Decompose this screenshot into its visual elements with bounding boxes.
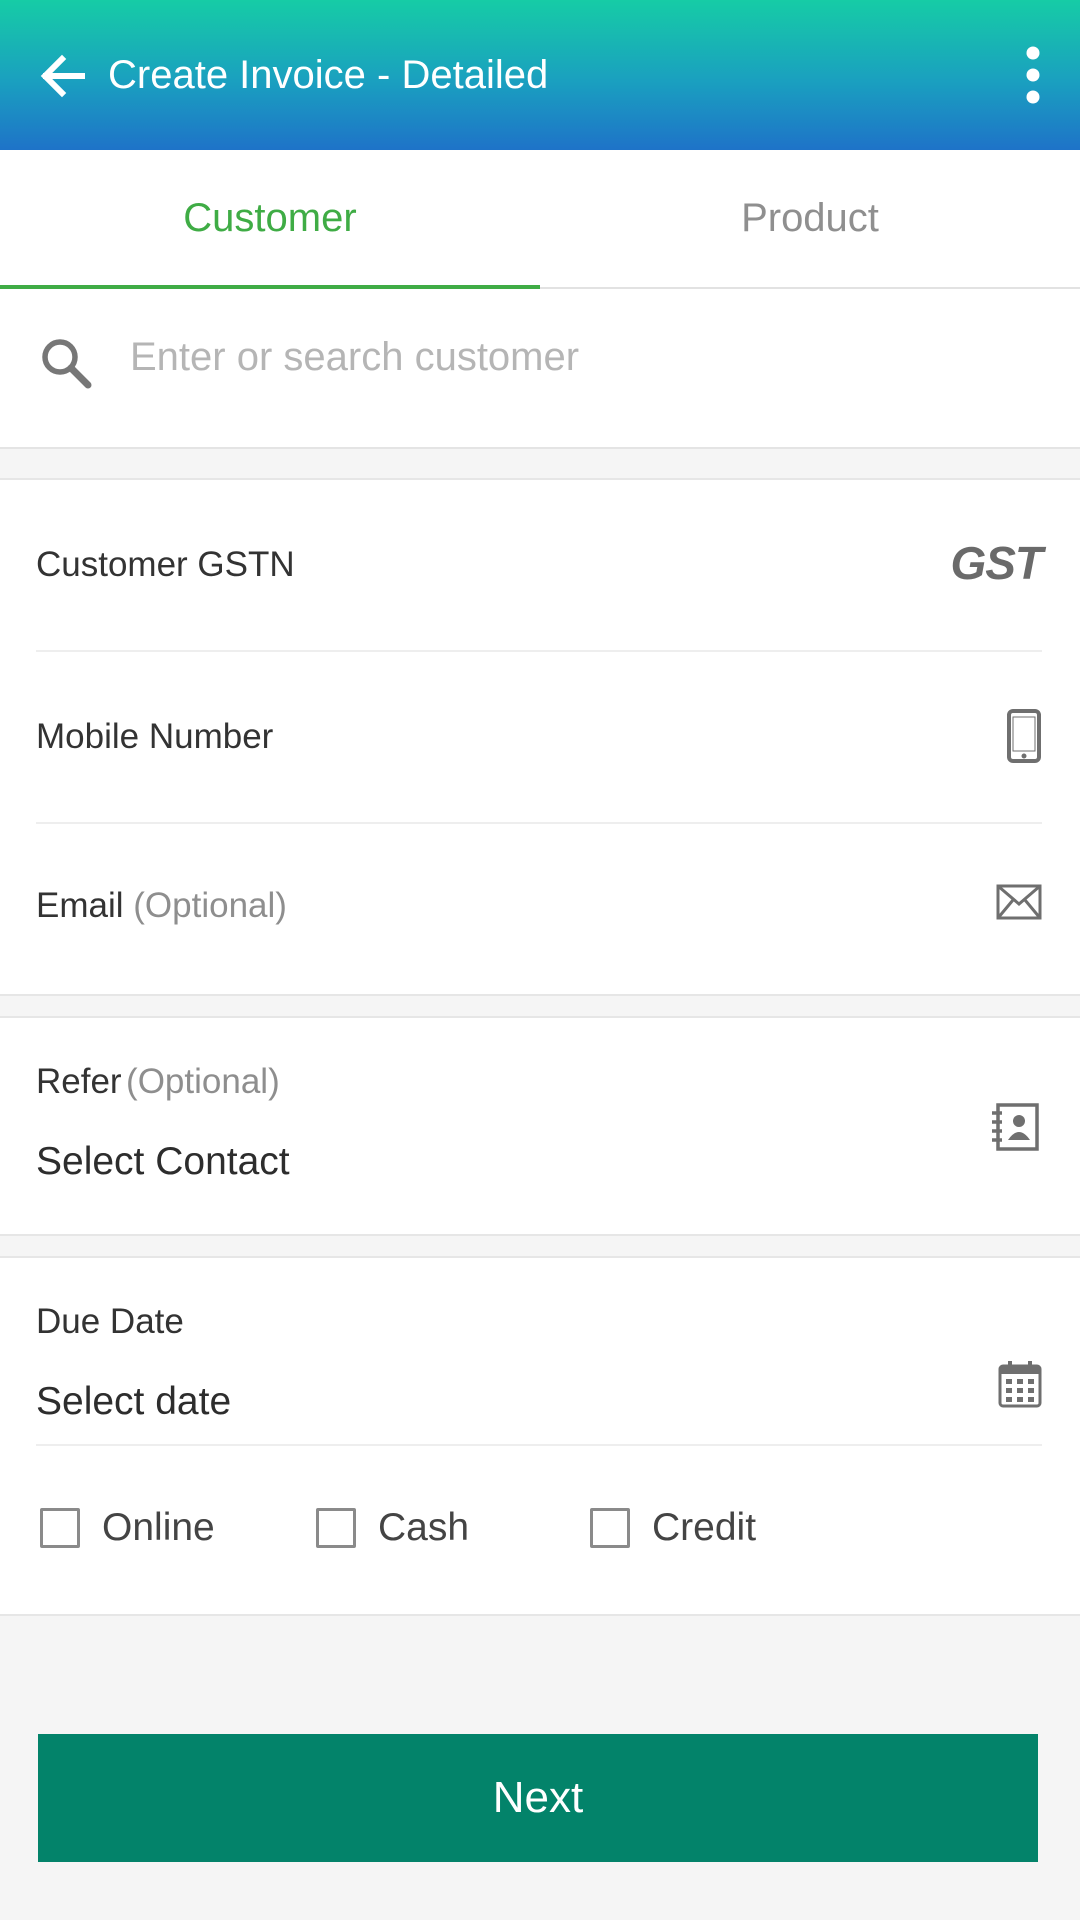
payment-option-cash[interactable]: Cash	[316, 1500, 469, 1556]
gstn-row[interactable]: Customer GSTN GST	[36, 480, 1043, 652]
app-bar: Create Invoice - Detailed	[0, 0, 1080, 150]
refer-label: Refer (Optional)	[36, 1062, 280, 1102]
gst-icon: GST	[950, 537, 1043, 589]
arrow-left-icon	[40, 54, 85, 98]
online-label: Online	[102, 1506, 215, 1549]
more-vertical-icon	[1026, 46, 1040, 104]
due-date-row[interactable]: Due Date Select date	[36, 1258, 1042, 1446]
contact-book-icon[interactable]	[990, 1102, 1040, 1157]
customer-details-card: Customer GSTN GST Mobile Number Email (O…	[0, 478, 1080, 996]
cash-label: Cash	[378, 1506, 470, 1549]
tab-product[interactable]: Product	[540, 150, 1080, 287]
page-title: Create Invoice - Detailed	[108, 53, 549, 97]
calendar-icon[interactable]	[998, 1360, 1042, 1408]
online-checkbox[interactable]	[40, 1508, 80, 1548]
search-icon	[42, 339, 92, 389]
customer-search-input[interactable]	[130, 329, 1030, 385]
email-label: Email (Optional)	[36, 886, 287, 926]
due-date-label: Due Date	[36, 1302, 184, 1341]
payment-option-credit[interactable]: Credit	[590, 1500, 756, 1556]
credit-label: Credit	[652, 1506, 757, 1549]
email-row[interactable]: Email (Optional)	[36, 824, 1042, 988]
tab-customer[interactable]: Customer	[0, 150, 540, 289]
due-date-card: Due Date Select date	[0, 1256, 1080, 1616]
more-options-button[interactable]	[1000, 40, 1066, 110]
refer-card[interactable]: Refer (Optional) Select Contact	[0, 1016, 1080, 1236]
back-button[interactable]	[30, 44, 94, 108]
due-date-value[interactable]: Select date	[36, 1380, 231, 1424]
refer-optional-hint: (Optional)	[126, 1062, 280, 1101]
customer-search-bar	[0, 289, 1080, 449]
gstn-label: Customer GSTN	[36, 545, 295, 584]
mobile-phone-icon	[1006, 708, 1042, 764]
cash-checkbox[interactable]	[316, 1508, 356, 1548]
select-contact-value[interactable]: Select Contact	[36, 1140, 290, 1184]
tab-bar: Customer Product	[0, 150, 1080, 289]
refer-label-text: Refer	[36, 1062, 122, 1101]
mobile-number-row[interactable]: Mobile Number	[36, 652, 1042, 824]
envelope-icon	[996, 884, 1042, 920]
email-optional-hint: (Optional)	[133, 886, 287, 925]
next-button[interactable]: Next	[38, 1734, 1038, 1862]
mobile-number-label: Mobile Number	[36, 717, 274, 756]
credit-checkbox[interactable]	[590, 1508, 630, 1548]
email-label-text: Email	[36, 886, 124, 925]
payment-option-online[interactable]: Online	[40, 1500, 215, 1556]
